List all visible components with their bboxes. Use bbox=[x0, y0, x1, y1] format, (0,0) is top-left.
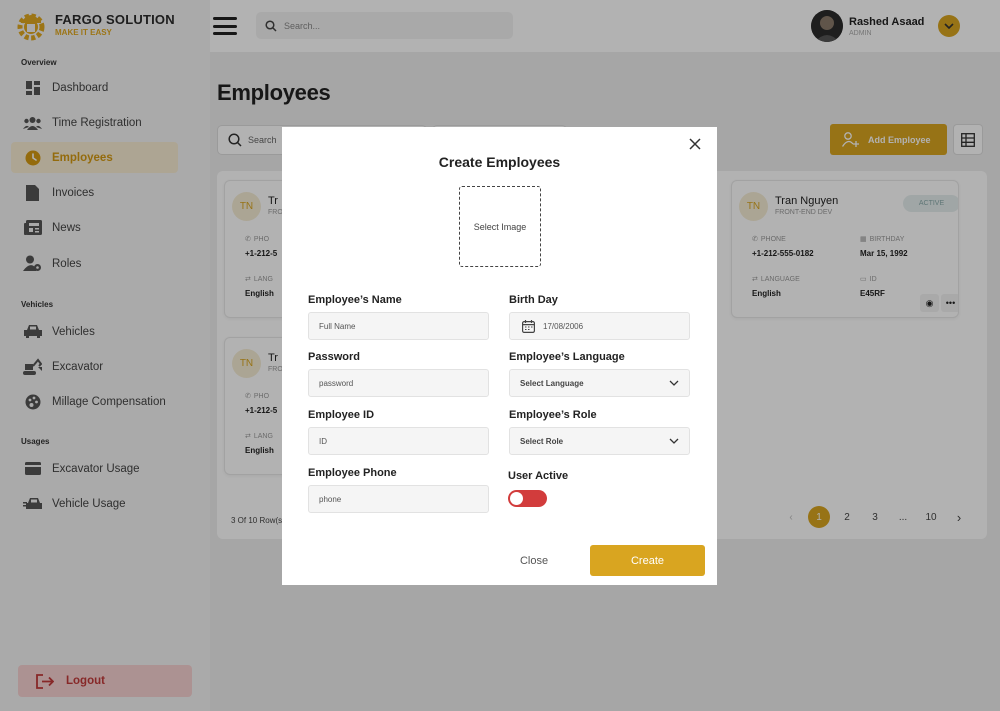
employee-id-label: Employee ID bbox=[308, 409, 375, 421]
password-input[interactable]: password bbox=[308, 369, 489, 397]
create-employee-modal: Create Employees Select Image Employee’s… bbox=[282, 127, 717, 585]
modal-title: Create Employees bbox=[438, 154, 561, 170]
chevron-down-icon bbox=[669, 380, 679, 386]
toggle-knob bbox=[510, 492, 523, 505]
user-active-toggle[interactable] bbox=[508, 490, 547, 507]
close-button[interactable]: Close bbox=[492, 545, 576, 576]
create-button[interactable]: Create bbox=[590, 545, 705, 576]
select-image-label: Select Image bbox=[473, 221, 527, 232]
employee-phone-label: Employee Phone bbox=[308, 467, 397, 479]
chevron-down-icon bbox=[669, 438, 679, 444]
employee-phone-input[interactable]: phone bbox=[308, 485, 489, 513]
close-icon[interactable] bbox=[687, 136, 703, 152]
employee-name-label: Employee’s Name bbox=[308, 294, 402, 306]
employee-role-label: Employee’s Role bbox=[509, 409, 597, 421]
employee-language-select[interactable]: Select Language bbox=[509, 369, 690, 397]
employee-role-select[interactable]: Select Role bbox=[509, 427, 690, 455]
birth-day-label: Birth Day bbox=[509, 294, 558, 306]
select-image-button[interactable]: Select Image bbox=[459, 186, 541, 267]
employee-id-input[interactable]: ID bbox=[308, 427, 489, 455]
user-active-label: User Active bbox=[508, 470, 569, 482]
employee-language-label: Employee’s Language bbox=[509, 351, 625, 363]
birth-day-input[interactable]: 17/08/2006 bbox=[509, 312, 690, 340]
calendar-icon bbox=[522, 319, 535, 333]
employee-name-input[interactable]: Full Name bbox=[308, 312, 489, 340]
password-label: Password bbox=[308, 351, 360, 363]
